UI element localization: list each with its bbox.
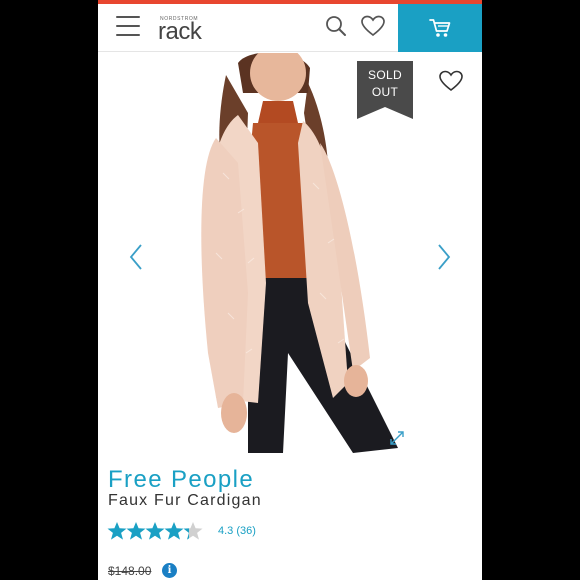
- phone-screen: NORDSTROM rack SOLD OUT Free People Faux…: [98, 0, 482, 580]
- original-price: $148.00: [108, 564, 152, 578]
- star-icon-5: [183, 522, 203, 540]
- sold-out-badge-line2: OUT: [371, 85, 399, 99]
- star-icon-1: [107, 522, 127, 540]
- cart-icon: [429, 19, 451, 37]
- star-icon-3: [145, 522, 165, 540]
- product-brand[interactable]: Free People: [108, 466, 254, 494]
- sold-out-badge: SOLD OUT: [357, 61, 413, 119]
- search-icon[interactable]: [324, 14, 348, 38]
- hamburger-menu-icon[interactable]: [116, 16, 140, 38]
- nordstrom-rack-logo[interactable]: NORDSTROM rack: [158, 14, 218, 45]
- product-photo: [98, 53, 482, 453]
- site-header: NORDSTROM rack: [98, 4, 482, 52]
- chevron-right-icon[interactable]: [434, 243, 454, 271]
- heart-icon[interactable]: [360, 14, 386, 38]
- cart-button[interactable]: [398, 4, 482, 52]
- rating-stars: [107, 522, 203, 540]
- star-icon-2: [126, 522, 146, 540]
- info-icon[interactable]: i: [162, 563, 177, 578]
- expand-icon[interactable]: [388, 429, 406, 447]
- star-icon-4: [164, 522, 184, 540]
- rating-count-link[interactable]: 4.3 (36): [218, 525, 256, 537]
- product-name: Faux Fur Cardigan: [108, 492, 262, 509]
- sold-out-badge-line1: SOLD: [368, 68, 402, 82]
- product-image-carousel: SOLD OUT: [98, 53, 482, 453]
- logo-main-text: rack: [158, 18, 202, 45]
- chevron-left-icon[interactable]: [126, 243, 146, 271]
- wishlist-heart-icon[interactable]: [438, 69, 464, 93]
